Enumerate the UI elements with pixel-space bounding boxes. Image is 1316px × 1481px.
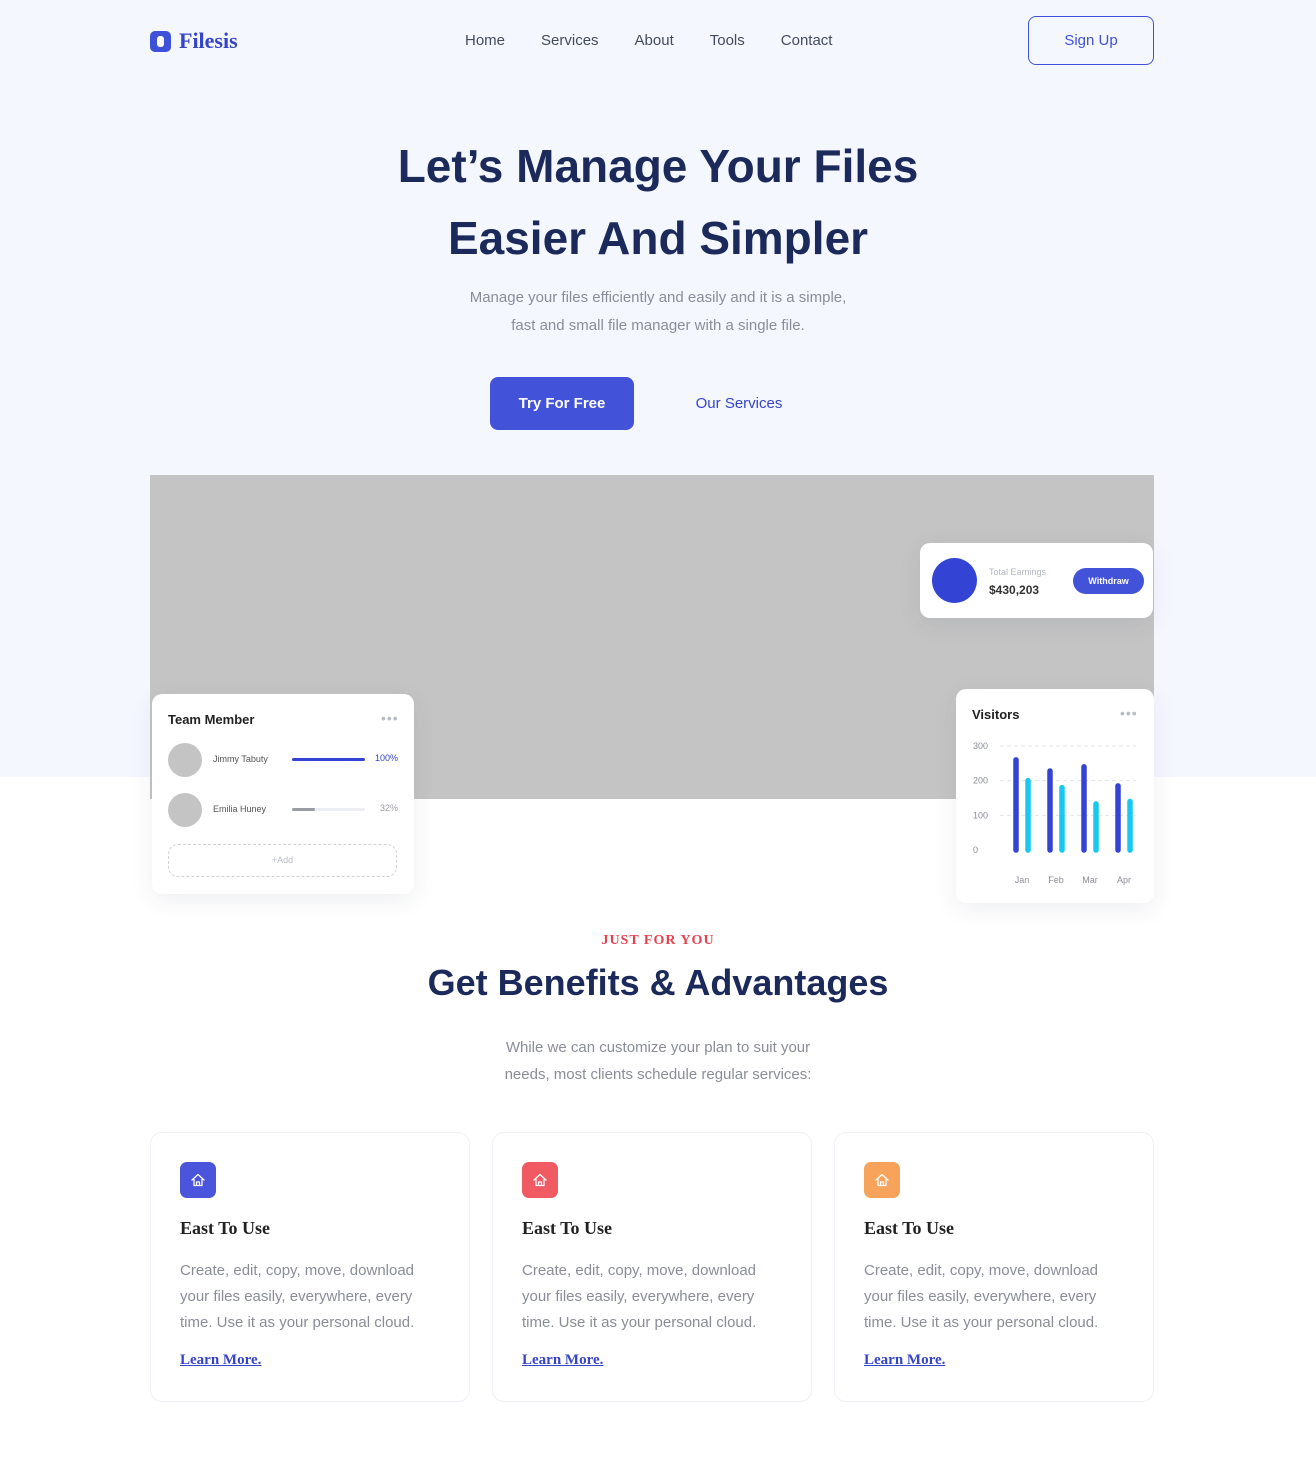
y-tick-label: 200 — [973, 776, 988, 786]
earnings-value: $430,203 — [989, 583, 1040, 597]
sign-up-button[interactable]: Sign Up — [1028, 16, 1154, 65]
hero-title: Let’s Manage Your Files Easier And Simpl… — [0, 130, 1316, 274]
nav-services[interactable]: Services — [541, 32, 599, 49]
feature-description: Create, edit, copy, move, download your … — [180, 1262, 415, 1331]
team-member-row: Emilia Huney 32% — [168, 793, 398, 827]
team-card-title: Team Member — [168, 712, 255, 727]
hero-subtitle: Manage your files efficiently and easily… — [0, 284, 1316, 340]
nav-contact[interactable]: Contact — [781, 32, 833, 49]
earnings-card: Total Earnings $430,203 Withdraw — [920, 543, 1153, 618]
feature-title: East To Use — [180, 1218, 271, 1238]
section-subtitle: While we can customize your plan to suit… — [0, 1034, 1316, 1088]
x-tick-label: Mar — [1082, 875, 1098, 885]
y-tick-label: 300 — [973, 741, 988, 751]
home-icon — [180, 1162, 216, 1198]
visitors-card: Visitors ••• 300 200 100 0 Jan Feb Mar Apr — [956, 689, 1154, 903]
add-member-button[interactable]: +Add — [168, 844, 397, 877]
feature-title: East To Use — [864, 1218, 955, 1238]
visitors-bar-chart: 300 200 100 0 Jan Feb Mar Apr — [973, 741, 1136, 885]
x-tick-label: Feb — [1048, 875, 1064, 885]
member-progress-percent: 100% — [374, 753, 398, 763]
withdraw-button[interactable]: Withdraw — [1073, 568, 1144, 594]
more-options-icon[interactable]: ••• — [381, 710, 399, 726]
earnings-avatar — [932, 558, 977, 603]
brand-logo[interactable]: Filesis — [150, 28, 238, 54]
avatar — [168, 793, 202, 827]
member-name: Emilia Huney — [213, 804, 267, 814]
top-navigation: Filesis Home Services About Tools Contac… — [150, 16, 1154, 65]
section-subtitle-line-2: needs, most clients schedule regular ser… — [504, 1066, 812, 1083]
y-tick-label: 100 — [973, 810, 988, 820]
feature-title: East To Use — [522, 1218, 613, 1238]
team-member-row: Jimmy Tabuty 100% — [168, 743, 398, 777]
try-for-free-button[interactable]: Try For Free — [490, 377, 634, 430]
our-services-button[interactable]: Our Services — [668, 377, 810, 430]
home-icon — [522, 1162, 558, 1198]
nav-about[interactable]: About — [635, 32, 674, 49]
avatar — [168, 743, 202, 777]
member-progress-fill — [292, 808, 316, 811]
feature-card: East To Use Create, edit, copy, move, do… — [834, 1132, 1154, 1402]
section-eyebrow: JUST FOR YOU — [601, 933, 715, 948]
hero-subtitle-line-2: fast and small file manager with a singl… — [511, 317, 805, 334]
member-progress-track — [292, 758, 365, 761]
learn-more-link[interactable]: Learn More. — [522, 1352, 603, 1369]
hero-title-line-1: Let’s Manage Your Files — [397, 140, 919, 192]
feature-description: Create, edit, copy, move, download your … — [522, 1262, 757, 1331]
feature-card: East To Use Create, edit, copy, move, do… — [492, 1132, 812, 1402]
section-subtitle-line-1: While we can customize your plan to suit… — [505, 1039, 811, 1056]
x-tick-label: Jan — [1015, 875, 1030, 885]
brand-name: Filesis — [179, 28, 238, 53]
feature-card: East To Use Create, edit, copy, move, do… — [150, 1132, 470, 1402]
hero-title-line-2: Easier And Simpler — [447, 212, 869, 264]
member-progress-percent: 32% — [379, 803, 398, 813]
feature-description: Create, edit, copy, move, download your … — [864, 1262, 1099, 1331]
x-tick-label: Apr — [1117, 875, 1131, 885]
member-progress-fill — [292, 758, 365, 761]
learn-more-link[interactable]: Learn More. — [864, 1352, 945, 1369]
nav-home[interactable]: Home — [465, 32, 505, 49]
section-title: Get Benefits & Advantages — [427, 962, 889, 1003]
nav-tools[interactable]: Tools — [710, 32, 745, 49]
earnings-label: Total Earnings — [989, 567, 1047, 577]
logo-icon — [150, 30, 171, 52]
home-icon — [864, 1162, 900, 1198]
learn-more-link[interactable]: Learn More. — [180, 1352, 261, 1369]
team-member-card: Team Member ••• Jimmy Tabuty 100% Emilia… — [152, 694, 414, 894]
y-tick-label: 0 — [973, 845, 978, 855]
main-menu: Home Services About Tools Contact — [465, 32, 868, 49]
member-name: Jimmy Tabuty — [213, 754, 268, 764]
hero-subtitle-line-1: Manage your files efficiently and easily… — [469, 289, 847, 306]
member-progress-track — [292, 808, 365, 811]
